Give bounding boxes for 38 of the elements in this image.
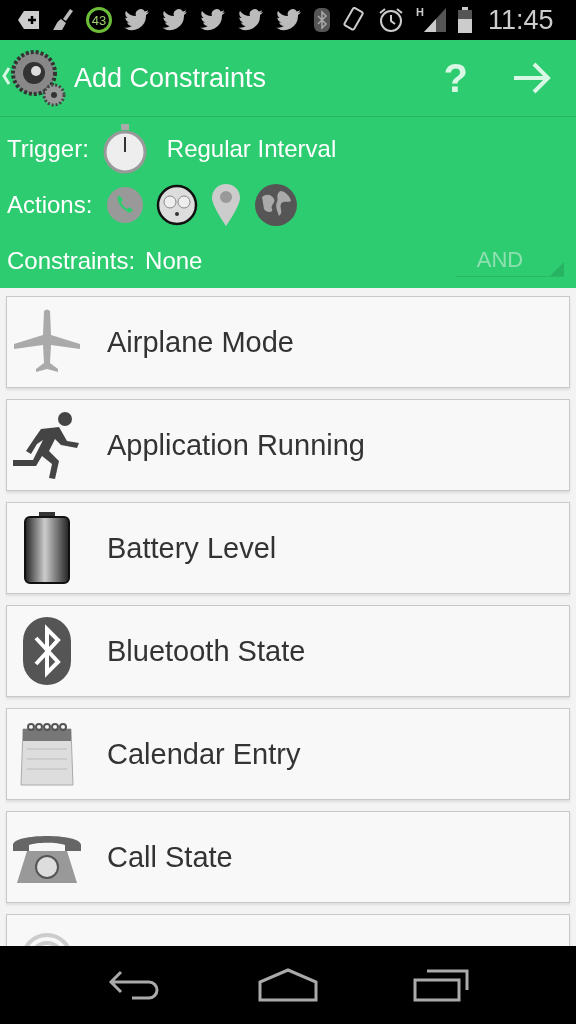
constraint-option[interactable]: Airplane Mode: [6, 296, 570, 388]
vibrate-phone-icon: [342, 7, 366, 33]
bird-icon: [124, 9, 150, 31]
constraint-option[interactable]: Call State: [6, 811, 570, 903]
airplane-icon: [12, 309, 82, 375]
globe-icon: [254, 182, 299, 227]
bird-icon: [238, 9, 264, 31]
bird-icon: [200, 9, 226, 31]
phone-icon: [106, 185, 145, 224]
bird-icon: [276, 9, 302, 31]
constraint-option[interactable]: Battery Level: [6, 502, 570, 594]
battery-icon: [22, 511, 72, 585]
constraint-option[interactable]: Application Running: [6, 399, 570, 491]
battery-icon: [457, 7, 472, 33]
face-icon: [156, 183, 199, 226]
map-pin-icon: [210, 182, 243, 227]
add-tag-icon: [18, 10, 40, 30]
battery-percent-badge: 43: [86, 7, 112, 33]
broom-icon: [52, 9, 74, 31]
bluetooth-icon: [314, 8, 330, 32]
trigger-label: Trigger:: [7, 134, 89, 163]
network-type-label: H: [416, 6, 424, 18]
constraints-value: None: [145, 246, 203, 275]
home-icon[interactable]: [258, 968, 318, 1002]
dropdown-corner-icon: [550, 261, 564, 276]
alarm-clock-icon: [378, 7, 404, 33]
gears-icon: [10, 49, 68, 107]
trigger-value: Regular Interval: [166, 134, 337, 163]
bird-icon: [162, 9, 188, 31]
constraints-label: Constraints:: [7, 246, 136, 275]
stopwatch-icon: [102, 123, 147, 174]
signal-bars-icon: [423, 8, 446, 32]
screen-title: Add Constraints: [74, 62, 268, 94]
recent-apps-icon[interactable]: [412, 968, 469, 1002]
constraint-option[interactable]: Bluetooth State: [6, 605, 570, 697]
actions-label: Actions:: [7, 190, 93, 219]
constraint-option[interactable]: Calendar Entry: [6, 708, 570, 800]
clock-time: 11:45: [487, 4, 554, 36]
